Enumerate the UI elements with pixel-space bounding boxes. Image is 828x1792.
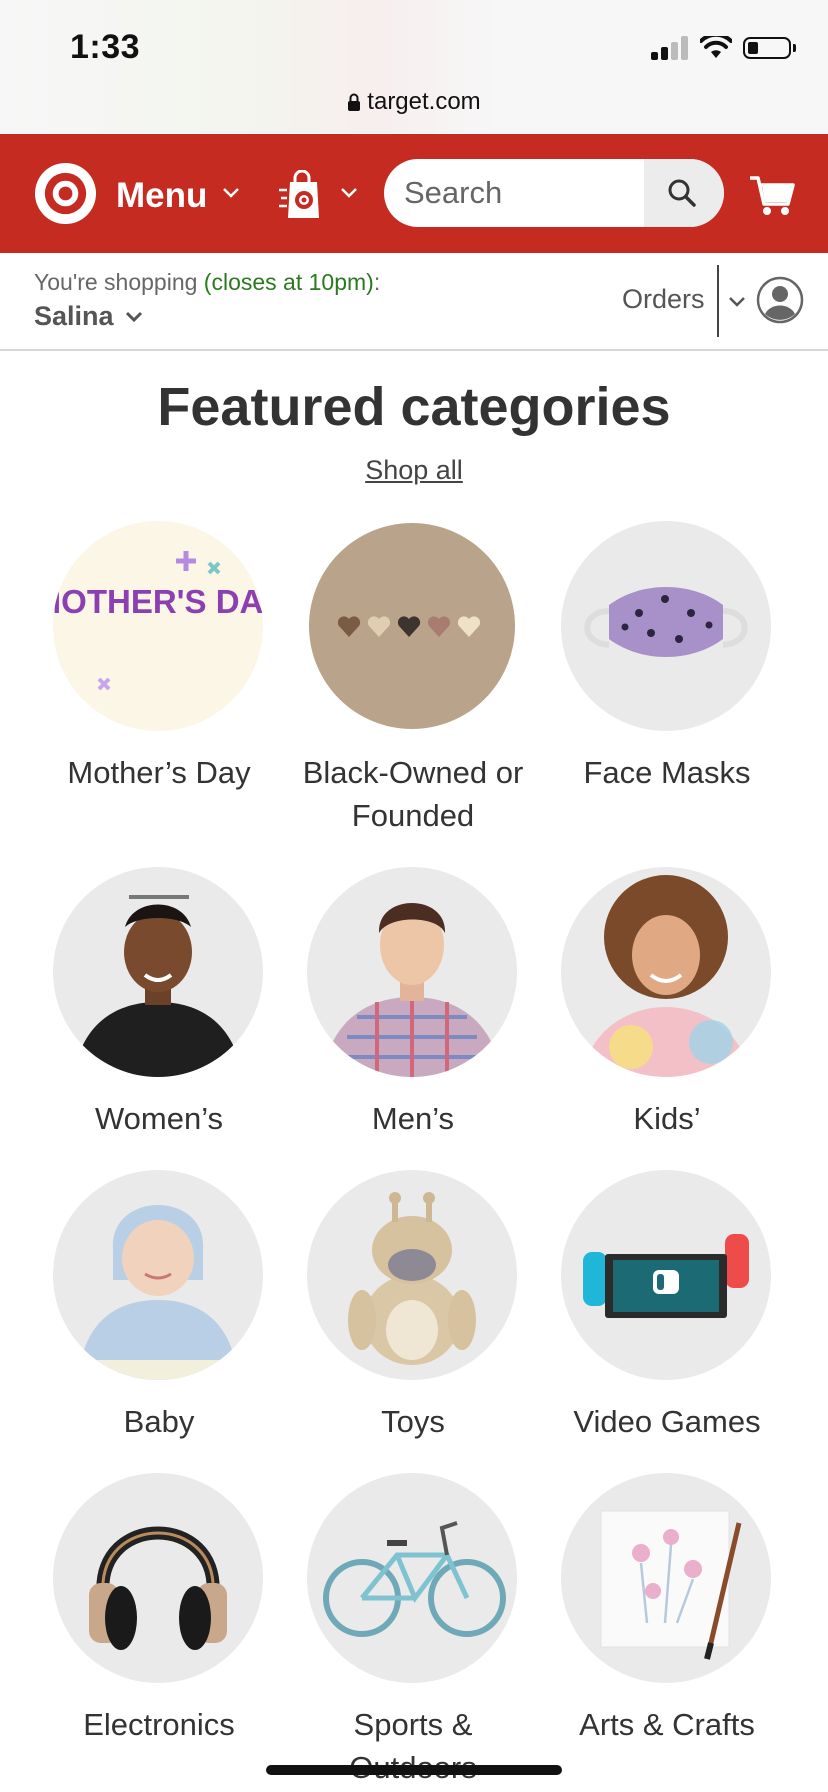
account-icon[interactable] xyxy=(756,276,804,324)
store-hours: (closes at 10pm) xyxy=(203,269,374,295)
cart-icon[interactable] xyxy=(748,174,796,216)
mothers-day-image: MOTHER'S DAY xyxy=(53,521,263,731)
category-label: Mother’s Day xyxy=(67,755,251,790)
site-header: Menu xyxy=(0,134,828,253)
kid-model-image xyxy=(561,867,771,1077)
search-button[interactable] xyxy=(644,159,724,227)
chevron-down-icon[interactable] xyxy=(339,186,359,200)
store-line-suffix: : xyxy=(373,269,381,295)
lock-icon xyxy=(348,93,361,111)
shopping-prefix: You're shopping xyxy=(34,269,198,295)
address-bar[interactable]: target.com xyxy=(0,88,828,116)
category-label: Men’s xyxy=(371,1101,455,1136)
women-model-image xyxy=(53,867,263,1077)
face-mask-image xyxy=(561,521,771,731)
url-text: target.com xyxy=(367,88,481,115)
search-icon xyxy=(668,179,696,207)
search-input[interactable] xyxy=(384,159,664,227)
category-label: Toys xyxy=(381,1404,445,1439)
home-indicator[interactable] xyxy=(266,1765,562,1775)
shopping-store-line: You're shopping (closes at 10pm): xyxy=(34,269,380,296)
store-bar: You're shopping (closes at 10pm): Salina… xyxy=(0,253,828,351)
shopping-bag-icon[interactable] xyxy=(279,170,325,220)
chevron-down-icon[interactable] xyxy=(124,310,144,324)
battery-icon xyxy=(743,37,791,59)
target-logo-icon[interactable] xyxy=(34,162,97,225)
wifi-icon xyxy=(700,36,732,58)
category-label: Video Games xyxy=(573,1404,761,1439)
hearts-image xyxy=(307,521,517,731)
category-label: Kids’ xyxy=(633,1101,701,1136)
chevron-down-icon[interactable] xyxy=(221,186,241,200)
giraffe-toy-image xyxy=(307,1170,517,1380)
nintendo-switch-image xyxy=(561,1170,771,1380)
category-label: Face Masks xyxy=(583,755,751,790)
cellular-signal-icon xyxy=(651,36,691,60)
store-selector[interactable]: Salina xyxy=(34,301,114,332)
divider xyxy=(717,265,719,337)
headphones-image xyxy=(53,1473,263,1683)
category-label: Black-Owned or Founded xyxy=(302,755,524,833)
mothers-day-art-text: MOTHER'S DAY xyxy=(53,583,263,620)
chevron-down-icon[interactable] xyxy=(727,295,747,309)
category-label: Arts & Crafts xyxy=(579,1707,755,1742)
category-label: Electronics xyxy=(83,1707,235,1742)
search-bar xyxy=(384,159,724,227)
men-model-image xyxy=(307,867,517,1077)
category-label: Sports & Outdoors xyxy=(349,1707,477,1785)
baby-image xyxy=(53,1170,263,1380)
bicycle-image xyxy=(307,1473,517,1683)
category-label: Women’s xyxy=(94,1101,224,1136)
painting-image xyxy=(561,1473,771,1683)
category-label: Baby xyxy=(123,1404,195,1439)
shop-all-link[interactable]: Shop all xyxy=(0,455,828,486)
orders-link[interactable]: Orders xyxy=(622,284,705,315)
battery-cap xyxy=(793,44,796,52)
status-time: 1:33 xyxy=(70,28,141,66)
status-bar: 1:33 target.com xyxy=(0,0,828,133)
page-title: Featured categories xyxy=(157,377,671,437)
menu-button[interactable]: Menu xyxy=(116,176,207,216)
